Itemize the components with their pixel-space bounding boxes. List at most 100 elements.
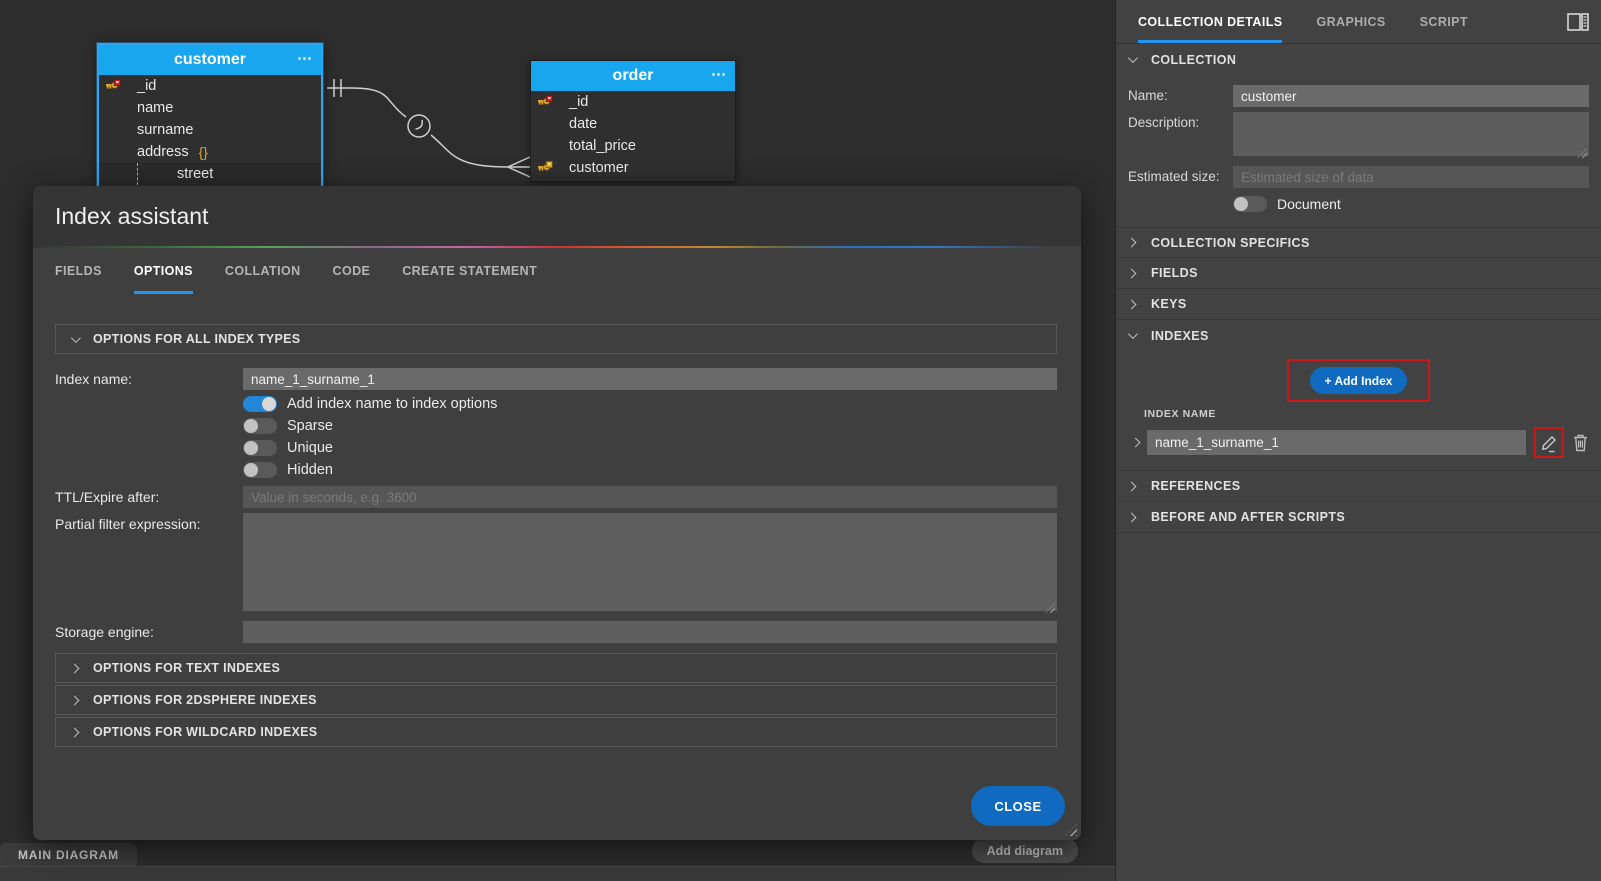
section-label: BEFORE AND AFTER SCRIPTS	[1151, 510, 1345, 524]
table-customer[interactable]: customer ⋯ _id name surname address {} s…	[97, 43, 323, 190]
tab-script[interactable]: SCRIPT	[1420, 0, 1468, 43]
chevron-right-icon	[1127, 268, 1137, 278]
sidebar-tab-bar: COLLECTION DETAILS GRAPHICS SCRIPT	[1116, 0, 1601, 44]
document-toggle[interactable]	[1233, 196, 1267, 212]
primary-key-icon	[538, 95, 553, 111]
table-field-row[interactable]: surname	[99, 119, 321, 141]
section-collection[interactable]: COLLECTION	[1116, 44, 1601, 75]
chevron-right-icon[interactable]	[1131, 438, 1141, 448]
table-customer-title: customer	[174, 51, 246, 69]
section-options-text-indexes[interactable]: OPTIONS FOR TEXT INDEXES	[55, 653, 1057, 683]
storage-engine-input[interactable]	[243, 621, 1057, 643]
chevron-down-icon	[1128, 329, 1138, 339]
table-field-row[interactable]: date	[531, 113, 735, 135]
table-order[interactable]: order ⋯ _id date total_price customer	[530, 60, 736, 182]
section-collection-specifics[interactable]: COLLECTION SPECIFICS	[1116, 227, 1601, 258]
field-name: total_price	[569, 138, 636, 154]
chevron-right-icon	[1127, 512, 1137, 522]
description-label: Description:	[1128, 112, 1233, 161]
chevron-right-icon	[70, 727, 80, 737]
description-textarea[interactable]	[1233, 112, 1589, 156]
add-index-name-toggle[interactable]	[243, 396, 277, 412]
table-field-row[interactable]: _id	[531, 91, 735, 113]
section-label: OPTIONS FOR ALL INDEX TYPES	[93, 332, 300, 346]
table-field-row[interactable]: total_price	[531, 135, 735, 157]
tab-options[interactable]: OPTIONS	[134, 248, 193, 294]
table-field-row[interactable]: customer	[531, 157, 735, 179]
section-before-after-scripts[interactable]: BEFORE AND AFTER SCRIPTS	[1116, 502, 1601, 533]
index-name-field[interactable]	[1147, 430, 1526, 455]
chevron-down-icon	[71, 333, 81, 343]
table-field-row-nested[interactable]: street	[99, 163, 321, 185]
table-field-row[interactable]: address {}	[99, 141, 321, 163]
pencil-icon	[1539, 432, 1559, 453]
foreign-key-icon	[538, 161, 553, 177]
section-keys[interactable]: KEYS	[1116, 289, 1601, 320]
ttl-label: TTL/Expire after:	[55, 486, 243, 508]
section-indexes[interactable]: INDEXES	[1116, 320, 1601, 351]
section-label: REFERENCES	[1151, 479, 1240, 493]
partial-filter-textarea[interactable]	[243, 513, 1057, 611]
section-label: OPTIONS FOR TEXT INDEXES	[93, 661, 280, 675]
indexes-panel: + Add Index INDEX NAME	[1116, 351, 1601, 471]
section-label: OPTIONS FOR 2DSPHERE INDEXES	[93, 693, 317, 707]
section-fields[interactable]: FIELDS	[1116, 258, 1601, 289]
section-options-all-index-types[interactable]: OPTIONS FOR ALL INDEX TYPES	[55, 324, 1057, 354]
primary-key-icon	[106, 79, 121, 95]
storage-engine-label: Storage engine:	[55, 621, 243, 643]
index-assistant-modal: Index assistant FIELDS OPTIONS COLLATION…	[33, 186, 1081, 840]
field-name: surname	[137, 122, 193, 138]
chevron-right-icon	[70, 695, 80, 705]
estimated-size-input[interactable]	[1233, 166, 1589, 188]
field-name: address	[137, 144, 189, 160]
section-label: FIELDS	[1151, 266, 1198, 280]
toggle-label: Hidden	[287, 462, 333, 478]
field-name: street	[177, 166, 213, 182]
table-field-row[interactable]: _id	[99, 75, 321, 97]
panel-layout-icon[interactable]	[1567, 0, 1589, 43]
field-name: customer	[569, 160, 629, 176]
section-label: OPTIONS FOR WILDCARD INDEXES	[93, 725, 317, 739]
tab-fields[interactable]: FIELDS	[55, 248, 102, 294]
index-name-column-header: INDEX NAME	[1144, 408, 1589, 420]
field-name: _id	[569, 94, 588, 110]
table-order-header[interactable]: order ⋯	[531, 61, 735, 91]
section-options-2dsphere-indexes[interactable]: OPTIONS FOR 2DSPHERE INDEXES	[55, 685, 1057, 715]
tab-code[interactable]: CODE	[333, 248, 371, 294]
delete-index-button[interactable]	[1572, 433, 1589, 452]
field-name: name	[137, 100, 173, 116]
sparse-toggle[interactable]	[243, 418, 277, 434]
tab-create-statement[interactable]: CREATE STATEMENT	[402, 248, 537, 294]
toggle-label: Add index name to index options	[287, 396, 497, 412]
hidden-toggle[interactable]	[243, 462, 277, 478]
add-diagram-button[interactable]: Add diagram	[972, 838, 1078, 863]
section-options-wildcard-indexes[interactable]: OPTIONS FOR WILDCARD INDEXES	[55, 717, 1057, 747]
collection-form: Name: Description: Estimated size:	[1116, 75, 1601, 228]
edit-index-button[interactable]	[1539, 432, 1559, 453]
table-customer-header[interactable]: customer ⋯	[99, 45, 321, 75]
section-label: COLLECTION SPECIFICS	[1151, 236, 1310, 250]
add-index-button[interactable]: + Add Index	[1310, 367, 1408, 394]
modal-resize-grip[interactable]	[1065, 824, 1077, 836]
tab-main-diagram[interactable]: MAIN DIAGRAM	[0, 843, 137, 866]
table-menu-icon[interactable]: ⋯	[297, 45, 313, 71]
modal-header: Index assistant	[33, 186, 1081, 246]
tab-collection-details[interactable]: COLLECTION DETAILS	[1138, 0, 1282, 43]
index-row	[1128, 427, 1589, 458]
table-menu-icon[interactable]: ⋯	[711, 61, 727, 87]
collection-name-input[interactable]	[1233, 85, 1589, 107]
edit-index-highlight-box	[1534, 427, 1564, 458]
section-references[interactable]: REFERENCES	[1116, 471, 1601, 502]
toggle-label: Sparse	[287, 418, 333, 434]
index-name-label: Index name:	[55, 368, 243, 390]
tab-graphics[interactable]: GRAPHICS	[1316, 0, 1385, 43]
unique-toggle[interactable]	[243, 440, 277, 456]
table-field-row[interactable]: name	[99, 97, 321, 119]
section-label: INDEXES	[1151, 329, 1209, 343]
close-button[interactable]: CLOSE	[971, 786, 1065, 826]
tab-main-diagram-label: MAIN DIAGRAM	[18, 848, 119, 862]
field-name: date	[569, 116, 597, 132]
tab-collation[interactable]: COLLATION	[225, 248, 301, 294]
index-name-input[interactable]	[243, 368, 1057, 390]
ttl-input[interactable]	[243, 486, 1057, 508]
